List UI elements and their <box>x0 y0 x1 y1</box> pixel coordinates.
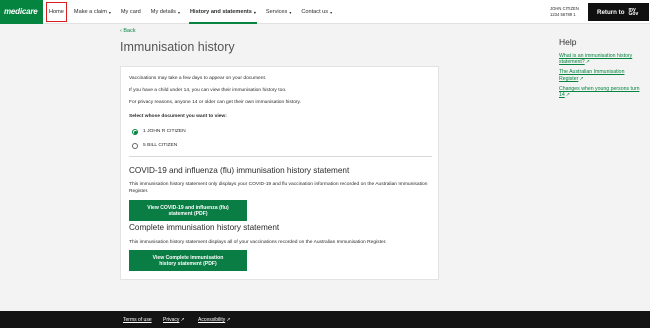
help-link-statement[interactable]: What is an immunisation history statemen… <box>559 53 645 65</box>
chevron-down-icon: ▾ <box>177 9 180 15</box>
complete-heading: Complete immunisation history statement <box>129 223 280 232</box>
nav-my-card[interactable]: My card <box>116 0 146 24</box>
page-title: Immunisation history <box>120 40 235 54</box>
chevron-down-icon: ▾ <box>289 9 292 15</box>
view-covid-statement-button[interactable]: View COVID-19 and influenza (flu) statem… <box>129 200 247 221</box>
view-complete-statement-button[interactable]: View Complete immunisation history state… <box>129 250 247 271</box>
nav-my-details-label: My details <box>150 9 176 15</box>
divider <box>129 156 432 157</box>
external-link-icon: ↗ <box>180 317 185 323</box>
main-nav: Home Make a claim ▾ My card My details ▾ H… <box>44 0 337 24</box>
radio-label-bill[interactable]: 5 BILL CITIZEN <box>143 143 177 148</box>
footer-privacy-label: Privacy <box>163 317 180 323</box>
chevron-down-icon: ▾ <box>108 9 111 15</box>
footer-privacy-link[interactable]: Privacy↗ <box>163 317 185 323</box>
mygov-line2: Gov <box>628 11 639 17</box>
complete-description: This immunisation history statement disp… <box>129 240 387 245</box>
top-navigation-bar: medicare Home Make a claim ▾ My card My d… <box>0 0 650 24</box>
nav-services[interactable]: Services ▾ <box>261 0 296 24</box>
user-number: 1234 56789 1 <box>550 11 576 17</box>
footer: Terms of use Privacy↗ Accessibility↗ <box>0 311 650 328</box>
chevron-down-icon: ▾ <box>330 9 333 15</box>
user-name: JOHN CITIZEN <box>550 6 579 11</box>
help-link-label: What is an immunisation history statemen… <box>559 53 633 66</box>
radio-bill-citizen[interactable] <box>132 143 138 149</box>
medicare-logo[interactable]: medicare <box>0 0 43 24</box>
nav-contact-us-label: Contact us <box>301 9 329 15</box>
external-link-icon: ↗ <box>226 317 231 323</box>
radio-john-citizen[interactable] <box>132 129 138 135</box>
return-label: Return to <box>597 8 625 16</box>
help-link-label: Changes when young persons turn 14 <box>559 85 640 99</box>
chevron-down-icon: ▾ <box>253 9 256 15</box>
footer-terms-link[interactable]: Terms of use <box>123 317 152 323</box>
nav-history-and-statements[interactable]: History and statements ▾ <box>185 0 261 24</box>
nav-make-a-claim[interactable]: Make a claim ▾ <box>69 0 116 24</box>
external-link-icon: ↗ <box>565 92 570 99</box>
external-link-icon: ↗ <box>585 59 590 66</box>
return-to-mygov-button[interactable]: Return to my Gov <box>588 3 649 21</box>
help-panel: Help What is an immunisation history sta… <box>559 37 645 102</box>
mygov-logo: my Gov <box>628 7 639 17</box>
covid-description: This immunisation history statement only… <box>129 182 428 194</box>
nav-contact-us[interactable]: Contact us ▾ <box>296 0 337 24</box>
help-link-label: The Australian Immunisation Register <box>559 69 625 82</box>
nav-home[interactable]: Home <box>44 0 69 24</box>
nav-history-label: History and statements <box>190 9 252 15</box>
nav-services-label: Services <box>265 9 288 15</box>
select-label: Select whose document you want to view: <box>129 114 227 119</box>
intro-text-1: Vaccinations may take a few days to appe… <box>129 76 267 81</box>
footer-accessibility-link[interactable]: Accessibility↗ <box>198 317 230 323</box>
user-info: JOHN CITIZEN 1234 56789 1 <box>550 6 579 17</box>
external-link-icon: ↗ <box>579 75 584 82</box>
help-link-register[interactable]: The Australian Immunisation Register↗ <box>559 69 645 81</box>
footer-accessibility-label: Accessibility <box>198 317 226 323</box>
intro-text-2: If you have a child under 14, you can vi… <box>129 88 287 93</box>
nav-make-a-claim-label: Make a claim <box>73 9 107 15</box>
help-link-turn-14[interactable]: Changes when young persons turn 14↗ <box>559 86 645 98</box>
nav-home-label: Home <box>49 9 64 15</box>
radio-label-john[interactable]: 1 JOHN R CITIZEN <box>143 129 186 134</box>
nav-my-card-label: My card <box>120 9 141 15</box>
immunisation-card: Vaccinations may take a few days to appe… <box>120 66 439 280</box>
back-link[interactable]: ‹ Back <box>120 28 136 34</box>
covid-heading: COVID-19 and influenza (flu) immunisatio… <box>129 166 350 175</box>
intro-text-3: For privacy reasons, anyone 14 or older … <box>129 100 301 105</box>
nav-my-details[interactable]: My details ▾ <box>146 0 185 24</box>
help-title: Help <box>559 37 577 47</box>
